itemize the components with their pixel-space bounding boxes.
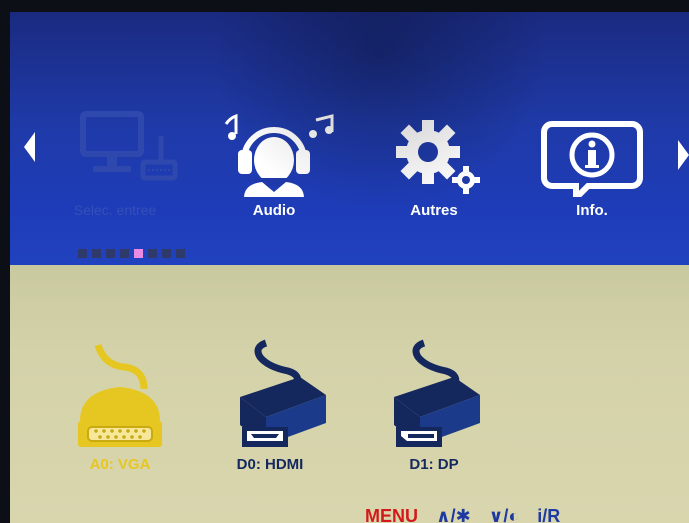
- vga-connector-icon: [78, 343, 162, 447]
- triangle-right-icon[interactable]: [678, 140, 689, 170]
- source-label: D1: DP: [409, 456, 459, 473]
- page-dot: [162, 249, 171, 258]
- hdmi-connector-icon: [240, 339, 326, 447]
- menu-key-hint: MENU: [365, 506, 418, 523]
- source-label: D0: HDMI: [236, 456, 304, 473]
- menu-item-label: Info.: [576, 202, 608, 219]
- page-dot: [148, 249, 157, 258]
- monitor-input-icon: [80, 111, 178, 181]
- key-hints-footer: MENU ∧/✱ ∨/◐ i/R: [365, 506, 578, 523]
- source-option-hdmi[interactable]: D0: HDMI: [200, 335, 340, 485]
- monitor-screen: Selec. entree Audio Autres Info. A0: VGA…: [0, 0, 689, 523]
- exit-key-hint: i/R: [537, 506, 561, 523]
- input-source-panel: A0: VGA D0: HDMI D1: DP MENU ∧/✱ ∨/◐ i/R: [10, 265, 689, 523]
- menu-item-label: Autres: [410, 202, 458, 219]
- headphones-person-icon: [224, 113, 334, 197]
- page-dot: [92, 249, 101, 258]
- page-dot: [120, 249, 129, 258]
- menu-item-label: Audio: [252, 202, 296, 219]
- page-dot: [78, 249, 87, 258]
- source-option-displayport[interactable]: D1: DP: [364, 335, 504, 485]
- menu-item-info[interactable]: Info.: [512, 72, 672, 247]
- menu-item-label: Selec. entree: [73, 202, 157, 218]
- down-key-hint: ∨/◐: [488, 506, 520, 523]
- gears-icon: [396, 120, 480, 194]
- displayport-connector-icon: [394, 339, 480, 447]
- menu-item-other[interactable]: Autres: [354, 72, 514, 247]
- source-label: A0: VGA: [89, 456, 151, 473]
- source-option-vga[interactable]: A0: VGA: [50, 335, 190, 485]
- menu-item-input-select[interactable]: Selec. entree: [35, 72, 195, 247]
- page-dot-active: [134, 249, 143, 258]
- menu-item-audio[interactable]: Audio: [194, 72, 354, 247]
- osd-menu: Selec. entree Audio Autres Info. A0: VGA…: [10, 12, 689, 523]
- page-dot: [106, 249, 115, 258]
- menu-bar: Selec. entree Audio Autres Info.: [10, 12, 689, 265]
- info-icon: [541, 121, 643, 197]
- up-key-hint: ∧/✱: [436, 506, 471, 523]
- page-dot: [176, 249, 185, 258]
